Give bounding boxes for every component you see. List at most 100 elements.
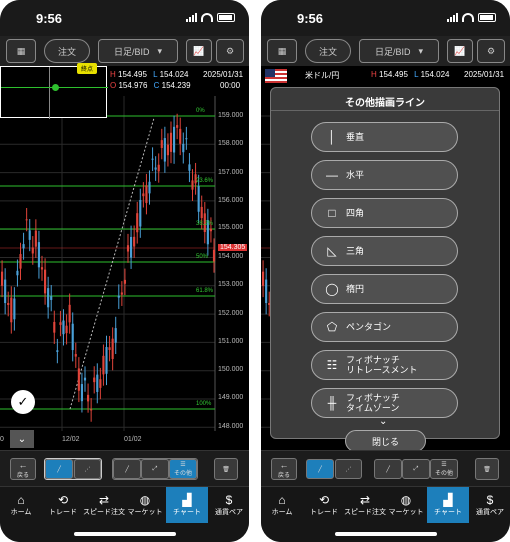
fib-level-label: 100%	[196, 401, 212, 407]
menu-item-label: ペンタゴン	[346, 322, 392, 332]
candle	[200, 206, 203, 219]
trash-icon[interactable]: 🗑	[475, 458, 499, 480]
candle	[37, 242, 41, 268]
candle	[74, 354, 77, 357]
candle	[166, 144, 170, 156]
arrow-line-icon[interactable]: ⤢	[141, 459, 169, 479]
trendline-icon[interactable]: ╱	[306, 459, 334, 479]
tab-trade[interactable]: ⟲ トレード	[42, 487, 84, 523]
candle	[142, 193, 145, 197]
menu-item[interactable]: ◯ 楕円	[311, 274, 458, 304]
confirm-check-icon[interactable]: ✓	[11, 390, 35, 414]
other-tools-button[interactable]: ☰ その他	[169, 459, 197, 479]
trendline-icon[interactable]: ╱	[45, 459, 73, 479]
chevron-down-icon: ▾	[157, 45, 163, 56]
tab-chart[interactable]: ▟ チャート	[427, 487, 469, 523]
tab-market[interactable]: ◍ マーケット	[124, 487, 166, 523]
candle	[173, 126, 176, 153]
candle	[126, 245, 130, 252]
wifi-icon	[201, 13, 213, 22]
candle	[28, 230, 31, 240]
tab-market-label: マーケット	[388, 508, 424, 516]
grid-icon[interactable]: ▦	[267, 39, 297, 63]
status-time: 9:56	[297, 11, 324, 26]
tab-currency-pair[interactable]: $ 通貨ペア	[469, 487, 510, 523]
chart-screen: 9:56 ▦ 注文 日足/BID ▾ 📈 ⚙ H 154.495 L 154.02…	[0, 0, 249, 542]
fib-level-label: 61.8%	[196, 288, 214, 294]
globe-icon: ◍	[400, 492, 412, 507]
fibonacci-retracement-icon: ☷	[326, 358, 338, 372]
candle	[53, 321, 56, 333]
chevron-down-icon: ▾	[418, 45, 424, 56]
candle	[19, 254, 22, 269]
candle	[47, 288, 50, 308]
timeframe-select[interactable]: 日足/BID ▾	[359, 39, 439, 63]
chart-toolbar: ▦ 注文 日足/BID ▾ 📈 ⚙	[0, 36, 249, 66]
dashed-line-icon[interactable]: ⋰	[335, 459, 362, 479]
timeframe-label: 日足/BID	[113, 46, 150, 57]
tab-speed-order[interactable]: ⇄ スピード注文	[344, 487, 386, 523]
close-button[interactable]: 閉じる	[345, 430, 426, 452]
tab-chart[interactable]: ▟ チャート	[166, 487, 208, 523]
settings-gear-icon[interactable]: ⚙	[477, 39, 505, 63]
menu-item[interactable]: □ 四角	[311, 198, 458, 228]
order-button[interactable]: 注文	[44, 39, 90, 63]
chart-icon: ▟	[443, 492, 453, 507]
triangle-icon: ◺	[327, 244, 337, 258]
settings-gear-icon[interactable]: ⚙	[216, 39, 244, 63]
candle	[209, 228, 213, 232]
other-tools-button[interactable]: ☰ その他	[430, 459, 458, 479]
tab-bar: ⌂ ホーム ⟲ トレード ⇄ スピード注文 ◍ マーケット ▟ チャート $ 通貨ペア	[0, 486, 249, 542]
tab-speed-order[interactable]: ⇄ スピード注文	[83, 487, 125, 523]
candle	[83, 377, 87, 381]
tab-bar: ⌂ ホーム ⟲ トレード ⇄ スピード注文 ◍ マーケット ▟ チャート $ 通貨ペア	[261, 486, 510, 542]
arrow-line-icon[interactable]: ⤢	[402, 459, 430, 479]
candle	[179, 128, 182, 144]
tab-trade[interactable]: ⟲ トレード	[303, 487, 345, 523]
drawing-lines-dialog: その他描画ライン │ 垂直 — 水平 □ 四角 ◺ 三角 ◯ 楕円 ⬠ ペンタゴン ☷ フィボナッチ リト…	[270, 87, 500, 452]
back-button[interactable]: ← 戻る	[271, 458, 297, 480]
home-icon: ⌂	[278, 492, 286, 507]
dashed-line-icon[interactable]: ⋰	[74, 459, 101, 479]
menu-item[interactable]: ⬠ ペンタゴン	[311, 312, 458, 342]
fib-level-label: 0%	[196, 108, 205, 114]
tab-market[interactable]: ◍ マーケット	[385, 487, 427, 523]
candle	[136, 213, 139, 233]
timeframe-select[interactable]: 日足/BID ▾	[98, 39, 178, 63]
candle	[188, 164, 191, 171]
indicator-icon[interactable]: 📈	[447, 39, 473, 63]
ellipse-icon: ◯	[325, 282, 339, 296]
tab-market-label: マーケット	[127, 508, 163, 516]
trash-icon[interactable]: 🗑	[214, 458, 238, 480]
ray-icon[interactable]: ╱	[113, 459, 141, 479]
chart-icon: ▟	[182, 492, 192, 507]
collapse-icon[interactable]: ⌄	[10, 430, 34, 448]
tab-chart-label: チャート	[434, 508, 462, 516]
menu-item[interactable]: ◺ 三角	[311, 236, 458, 266]
tab-home[interactable]: ⌂ ホーム	[0, 487, 42, 523]
menu-item[interactable]: │ 垂直	[311, 122, 458, 152]
y-tick-label: 154.000	[218, 253, 244, 260]
candle	[163, 138, 166, 162]
ray-icon[interactable]: ╱	[374, 459, 402, 479]
tab-currency-pair[interactable]: $ 通貨ペア	[208, 487, 249, 523]
menu-item[interactable]: — 水平	[311, 160, 458, 190]
tab-home[interactable]: ⌂ ホーム	[261, 487, 303, 523]
indicator-icon[interactable]: 📈	[186, 39, 212, 63]
magnifier-preview: 終点	[0, 63, 108, 119]
back-label: 戻る	[277, 472, 290, 479]
tab-speed-label: スピード注文	[344, 508, 386, 516]
price-chart[interactable]: H 154.495 L 154.024 O 154.976 C 154.239 …	[0, 63, 249, 450]
back-button[interactable]: ← 戻る	[10, 458, 36, 480]
menu-item[interactable]: ☷ フィボナッチ リトレースメント	[311, 350, 458, 380]
grid-icon[interactable]: ▦	[6, 39, 36, 63]
status-bar: 9:56	[0, 0, 249, 36]
menu-item-label: フィボナッチ リトレースメント	[346, 355, 418, 375]
candle	[185, 138, 188, 140]
menu-item[interactable]: ╫ フィボナッチ タイムゾーン	[311, 388, 458, 418]
y-tick-label: 159.000	[218, 112, 244, 119]
candle	[96, 374, 99, 392]
candle	[10, 297, 13, 323]
order-button[interactable]: 注文	[305, 39, 351, 63]
candle	[77, 368, 80, 391]
